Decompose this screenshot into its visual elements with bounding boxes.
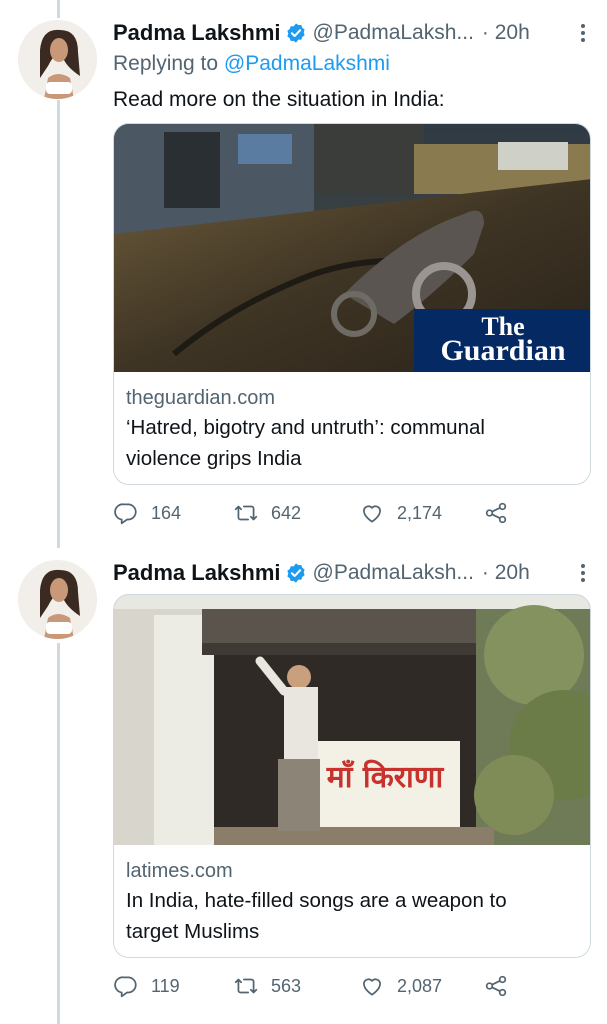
guardian-logo: The Guardian xyxy=(414,309,590,372)
author-handle[interactable]: @PadmaLaksh... xyxy=(313,561,474,585)
card-domain: theguardian.com xyxy=(126,387,275,409)
tweet-timestamp[interactable]: · 20h xyxy=(482,561,530,585)
retweet-icon xyxy=(234,505,258,521)
like-icon xyxy=(363,978,381,996)
like-count: 2,087 xyxy=(397,975,443,996)
tweet-2[interactable]: Padma Lakshmi @PadmaLaksh... · 20h माँ क… xyxy=(0,556,607,1024)
like-icon xyxy=(363,505,381,523)
tweet-actions: 119 563 2,087 xyxy=(113,973,593,1003)
verified-badge-icon xyxy=(286,563,305,583)
mention-link[interactable]: @PadmaLakshmi xyxy=(224,52,390,75)
retweet-button[interactable]: 642 xyxy=(233,500,301,526)
retweet-button[interactable]: 563 xyxy=(233,973,301,999)
share-button[interactable] xyxy=(483,500,509,526)
reply-icon xyxy=(114,976,137,998)
reply-icon xyxy=(114,503,137,525)
verified-badge-icon xyxy=(286,23,305,43)
card-domain: latimes.com xyxy=(126,860,233,882)
reply-count: 164 xyxy=(151,502,182,523)
share-icon xyxy=(485,502,507,524)
reply-button[interactable]: 164 xyxy=(113,500,181,526)
share-icon xyxy=(485,975,507,997)
card-title-line1: In India, hate-filled songs are a weapon… xyxy=(126,889,507,912)
reply-count: 119 xyxy=(151,975,180,996)
tweet-actions: 164 642 2,174 xyxy=(113,500,593,530)
like-button[interactable]: 2,174 xyxy=(359,500,442,526)
card-body: latimes.com In India, hate-filled songs … xyxy=(126,857,578,947)
card-image: माँ किराणा xyxy=(114,595,590,845)
card-title-line2: target Muslims xyxy=(126,920,260,943)
avatar[interactable] xyxy=(18,20,97,99)
tweet-text: Read more on the situation in India: xyxy=(113,88,445,111)
link-card[interactable]: माँ किराणा latimes.com In India, hate-fi… xyxy=(113,594,591,958)
guardian-logo-guardian: Guardian xyxy=(440,334,566,367)
link-card[interactable]: The Guardian theguardian.com ‘Hatred, bi… xyxy=(113,123,591,485)
author-name[interactable]: Padma Lakshmi xyxy=(113,560,281,586)
retweet-count: 563 xyxy=(271,975,302,996)
author-name[interactable]: Padma Lakshmi xyxy=(113,20,281,46)
tweet-header: Padma Lakshmi @PadmaLaksh... · 20h xyxy=(113,16,593,50)
tweet-timestamp[interactable]: · 20h xyxy=(482,21,530,45)
card-image: The Guardian xyxy=(114,124,590,372)
card-title-line1: ‘Hatred, bigotry and untruth’: communal xyxy=(126,416,485,439)
tweet-header: Padma Lakshmi @PadmaLaksh... · 20h xyxy=(113,556,593,590)
like-button[interactable]: 2,087 xyxy=(359,973,442,999)
retweet-count: 642 xyxy=(271,502,302,523)
author-handle[interactable]: @PadmaLaksh... xyxy=(313,21,474,45)
reply-button[interactable]: 119 xyxy=(113,973,180,999)
like-count: 2,174 xyxy=(397,502,443,523)
card-title-line2: violence grips India xyxy=(126,447,302,470)
avatar[interactable] xyxy=(18,560,97,639)
replying-to: Replying to @PadmaLakshmi xyxy=(113,52,390,76)
shop-sign-text: माँ किराणा xyxy=(326,760,444,795)
more-icon[interactable] xyxy=(573,18,593,48)
share-button[interactable] xyxy=(483,973,509,999)
retweet-icon xyxy=(234,978,258,994)
more-icon[interactable] xyxy=(573,558,593,588)
replying-prefix: Replying to xyxy=(113,52,224,75)
tweet-1[interactable]: Padma Lakshmi @PadmaLaksh... · 20h Reply… xyxy=(0,16,607,536)
card-body: theguardian.com ‘Hatred, bigotry and unt… xyxy=(126,384,578,474)
